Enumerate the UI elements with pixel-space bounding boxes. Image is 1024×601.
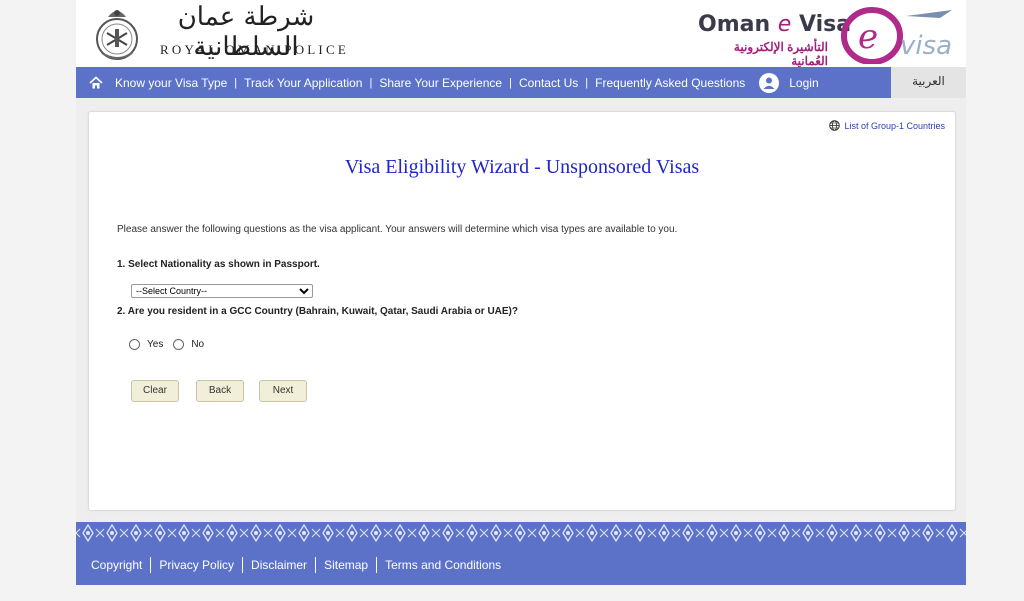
intro-text: Please answer the following questions as… bbox=[117, 224, 678, 235]
footer-separator bbox=[376, 556, 378, 573]
home-icon[interactable] bbox=[89, 75, 103, 90]
language-toggle-arabic[interactable]: العربية bbox=[891, 67, 966, 98]
evisa-arabic-title: التأشيرة الإلكترونية العُمانية bbox=[733, 40, 828, 68]
question-gcc-resident: 2. Are you resident in a GCC Country (Ba… bbox=[117, 306, 518, 317]
clear-button[interactable]: Clear bbox=[131, 380, 179, 402]
nav-track-application[interactable]: Track Your Application bbox=[244, 76, 362, 90]
evisa-title-e: e bbox=[777, 12, 792, 37]
footer-separator bbox=[242, 556, 244, 573]
radio-no-label[interactable]: No bbox=[191, 339, 204, 350]
rop-arabic-name: شرطة عمان السلطانية bbox=[177, 2, 315, 62]
radio-yes-label[interactable]: Yes bbox=[147, 339, 163, 350]
wizard-card: List of Group-1 Countries Visa Eligibili… bbox=[88, 111, 956, 511]
next-button[interactable]: Next bbox=[259, 380, 307, 402]
question-nationality: 1. Select Nationality as shown in Passpo… bbox=[117, 259, 320, 270]
bottom-band bbox=[76, 585, 966, 601]
footer-separator bbox=[150, 556, 152, 573]
footer-sitemap[interactable]: Sitemap bbox=[324, 558, 368, 572]
nav-know-visa-type[interactable]: Know your Visa Type bbox=[115, 76, 227, 90]
nav-share-experience[interactable]: Share Your Experience bbox=[379, 76, 502, 90]
footer-disclaimer[interactable]: Disclaimer bbox=[251, 558, 307, 572]
group1-countries-label[interactable]: List of Group-1 Countries bbox=[844, 121, 945, 131]
site-footer: Copyright Privacy Policy Disclaimer Site… bbox=[76, 544, 966, 585]
gcc-resident-options: Yes No bbox=[129, 339, 214, 350]
svg-text:visa: visa bbox=[900, 31, 952, 61]
group1-countries-link[interactable]: List of Group-1 Countries bbox=[829, 120, 945, 131]
radio-no[interactable] bbox=[173, 339, 185, 350]
back-button[interactable]: Back bbox=[196, 380, 244, 402]
nav-contact-us[interactable]: Contact Us bbox=[519, 76, 578, 90]
nav-separator: | bbox=[369, 76, 373, 89]
rop-english-name: ROYAL OMAN POLICE bbox=[160, 42, 349, 57]
footer-terms[interactable]: Terms and Conditions bbox=[385, 558, 501, 572]
radio-yes[interactable] bbox=[129, 339, 140, 350]
globe-icon bbox=[829, 120, 841, 131]
nav-faq[interactable]: Frequently Asked Questions bbox=[595, 76, 745, 90]
nav-separator: | bbox=[585, 76, 589, 89]
nav-separator: | bbox=[509, 76, 512, 89]
footer-separator bbox=[315, 556, 317, 573]
nav-separator: | bbox=[234, 76, 238, 89]
page: شرطة عمان السلطانية ROYAL OMAN POLICE Om… bbox=[76, 0, 966, 601]
main-nav: Know your Visa Type | Track Your Applica… bbox=[76, 67, 966, 98]
decorative-pattern-band bbox=[76, 522, 966, 544]
evisa-title-part-1: Oman bbox=[698, 12, 778, 37]
nationality-select[interactable]: --Select Country-- bbox=[131, 284, 313, 298]
footer-copyright[interactable]: Copyright bbox=[91, 558, 142, 572]
site-header: شرطة عمان السلطانية ROYAL OMAN POLICE Om… bbox=[76, 0, 966, 68]
login-link[interactable]: Login bbox=[789, 76, 818, 90]
footer-privacy-policy[interactable]: Privacy Policy bbox=[159, 558, 234, 572]
page-title: Visa Eligibility Wizard - Unsponsored Vi… bbox=[344, 156, 700, 178]
oman-evisa-title: Oman e Visa bbox=[698, 12, 851, 37]
user-icon[interactable] bbox=[759, 72, 780, 93]
royal-oman-police-emblem bbox=[96, 10, 138, 60]
svg-text:e: e bbox=[858, 17, 878, 57]
evisa-logo: e visa bbox=[841, 7, 952, 64]
